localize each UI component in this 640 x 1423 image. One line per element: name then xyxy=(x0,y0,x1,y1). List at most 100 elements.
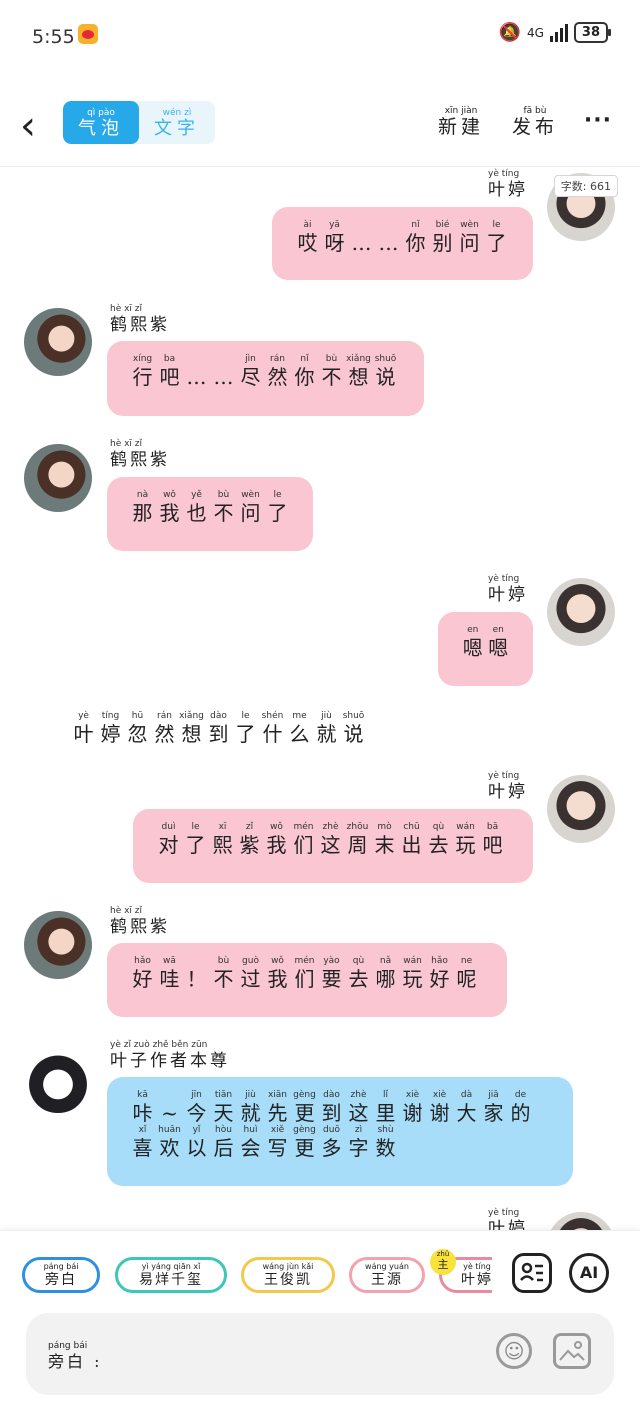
message-char: le 了 xyxy=(185,822,206,857)
bottom-panel: páng bái 旁白 yì yáng qiān xǐ 易烊千玺 wáng jù… xyxy=(0,1230,640,1423)
message-bubble[interactable]: kā 咔 ~ jīn 今 tiān 天 jiù 就 xiān 先 gèng 更 dào 到 zhè 这 lǐ 里 xi… xyxy=(107,1077,573,1186)
message-char: nǐ 你 xyxy=(294,354,315,389)
word-count-badge: 字数: 661 xyxy=(553,175,618,197)
message-char: mén 们 xyxy=(294,956,315,991)
message-char: wèn 问 xyxy=(459,220,480,255)
message-bubble[interactable]: nà 那 wǒ 我 yě 也 bù 不 wèn 问 le 了 xyxy=(107,477,313,551)
message-char: yǐ 以 xyxy=(186,1125,207,1160)
message-char: bù 不 xyxy=(321,354,342,389)
message-char: yā 呀 xyxy=(324,220,345,255)
new-button[interactable]: xīn jiàn 新建 xyxy=(438,106,484,138)
message-char: tíng 婷 xyxy=(100,711,121,746)
tab-text[interactable]: wén zì 文字 xyxy=(139,101,215,144)
character-chips[interactable]: páng bái 旁白 yì yáng qiān xǐ 易烊千玺 wáng jù… xyxy=(20,1257,492,1297)
main-role-badge: zhǔ 主 xyxy=(430,1249,456,1275)
avatar[interactable] xyxy=(24,308,92,376)
message-char: bù 不 xyxy=(213,956,234,991)
message-char: zhè 这 xyxy=(348,1090,369,1125)
message-char: me 么 xyxy=(289,711,310,746)
message-char: nǐ 你 xyxy=(405,220,426,255)
message-char: bié 别 xyxy=(432,220,453,255)
message-char: shuō 说 xyxy=(374,354,397,389)
message-char: xiǎng 想 xyxy=(179,711,204,746)
message-char: ba 吧 xyxy=(159,354,180,389)
message-char: le 了 xyxy=(267,490,288,525)
status-bar: 5:55 🔕 4G 38 xyxy=(0,0,640,70)
message-char: en 嗯 xyxy=(488,625,509,660)
message-char: hǎo 好 xyxy=(132,956,153,991)
character-chip[interactable]: wáng yuán 王源 xyxy=(349,1257,425,1293)
back-chevron-icon[interactable]: ‹ xyxy=(20,106,36,146)
emoji-icon[interactable]: ☺ xyxy=(496,1333,532,1369)
message-bubble[interactable]: hǎo 好 wā 哇 ！ bù 不 guò 过 wǒ 我 mén 们 yào 要 qù 去 nǎ 哪 wán 玩 hǎo 好… xyxy=(107,943,507,1017)
top-bar: ‹ qì pào 气泡 wén zì 文字 xīn jiàn 新建 fā bù … xyxy=(0,92,640,167)
message-char: qù 去 xyxy=(428,822,449,857)
message-char: wǒ 我 xyxy=(267,956,288,991)
character-chip[interactable]: wáng jùn kǎi 王俊凯 xyxy=(241,1257,335,1293)
sender-name: yè tíng 叶婷 xyxy=(488,771,528,802)
message-char: xiè 谢 xyxy=(402,1090,423,1125)
chat-area[interactable]: yè tíng 叶婷 ài 哎 yā 呀…… nǐ 你 bié 别 wèn 问 le 了 字数: 66… xyxy=(0,167,640,1230)
message-char: le 了 xyxy=(235,711,256,746)
message-bubble[interactable]: ài 哎 yā 呀 …… nǐ 你 bié 别 wèn 问 le 了 xyxy=(272,207,533,280)
character-list-icon[interactable] xyxy=(512,1253,552,1293)
character-chip-narrator[interactable]: páng bái 旁白 xyxy=(22,1257,100,1293)
message-char: … xyxy=(351,231,372,255)
sender-name: yè zǐ zuò zhě běn zūn 叶子作者本尊 xyxy=(110,1040,230,1071)
message-char: xī 熙 xyxy=(212,822,233,857)
avatar[interactable] xyxy=(24,911,92,979)
status-time: 5:55 xyxy=(32,26,75,48)
message-char: jīn 今 xyxy=(186,1090,207,1125)
message-bubble[interactable]: xíng 行 ba 吧 …… jìn 尽 rán 然 nǐ 你 bù 不 xiǎng 想 shuō 说 xyxy=(107,341,424,416)
message-char: wǒ 我 xyxy=(159,490,180,525)
message-char: yào 要 xyxy=(321,956,342,991)
status-right: 🔕 4G 38 xyxy=(498,22,612,43)
message-char: jiā 家 xyxy=(483,1090,504,1125)
message-char: bā 吧 xyxy=(482,822,503,857)
message-char: tiān 天 xyxy=(213,1090,234,1125)
network-label: 4G xyxy=(526,25,544,40)
sender-name: hè xī zǐ 鹤熙紫 xyxy=(110,439,170,470)
message-char: xiān 先 xyxy=(267,1090,288,1125)
avatar[interactable] xyxy=(547,1212,615,1230)
message-char: … xyxy=(186,365,207,389)
message-char: kā 咔 xyxy=(132,1090,153,1125)
message-char: jìn 尽 xyxy=(240,354,261,389)
tab-bubble[interactable]: qì pào 气泡 xyxy=(63,101,139,144)
message-char: … xyxy=(213,365,234,389)
message-char: … xyxy=(378,231,399,255)
mute-bell-icon: 🔕 xyxy=(498,22,521,43)
avatar[interactable] xyxy=(547,775,615,843)
sender-name: hè xī zǐ 鹤熙紫 xyxy=(110,304,170,335)
message-char: ~ xyxy=(161,1101,178,1125)
avatar[interactable] xyxy=(24,444,92,512)
avatar[interactable] xyxy=(24,1045,92,1113)
message-char: shén 什 xyxy=(261,711,284,746)
image-icon[interactable] xyxy=(553,1333,591,1369)
message-char: jiù 就 xyxy=(316,711,337,746)
message-char: duì 对 xyxy=(158,822,179,857)
message-char: hǎo 好 xyxy=(429,956,450,991)
character-chip[interactable]: yì yáng qiān xǐ 易烊千玺 xyxy=(115,1257,227,1293)
ai-button[interactable]: AI xyxy=(569,1253,609,1293)
message-char: yè 叶 xyxy=(73,711,94,746)
message-bubble[interactable]: duì 对 le 了 xī 熙 zǐ 紫 wǒ 我 mén 们 zhè 这 zhōu 周 mò 末 chū 出 qù 去 w… xyxy=(133,809,533,883)
sender-name: yè tíng 叶婷 xyxy=(488,1208,528,1230)
message-char: dào 到 xyxy=(208,711,229,746)
speaker-label: páng bái 旁白 : xyxy=(48,1341,103,1371)
message-char: hòu 后 xyxy=(213,1125,234,1160)
message-char: wǒ 我 xyxy=(266,822,287,857)
avatar[interactable] xyxy=(547,578,615,646)
more-icon[interactable]: ··· xyxy=(584,108,612,133)
message-char: xíng 行 xyxy=(132,354,153,389)
message-char: mò 末 xyxy=(374,822,395,857)
message-char: huì 会 xyxy=(240,1125,261,1160)
message-char: qù 去 xyxy=(348,956,369,991)
message-char: nà 那 xyxy=(132,490,153,525)
message-bubble[interactable]: en 嗯 en 嗯 xyxy=(438,612,533,686)
message-char: lǐ 里 xyxy=(375,1090,396,1125)
message-char: dà 大 xyxy=(456,1090,477,1125)
message-char: hū 忽 xyxy=(127,711,148,746)
publish-button[interactable]: fā bù 发布 xyxy=(512,106,558,138)
message-input[interactable]: páng bái 旁白 : ☺ xyxy=(26,1313,614,1395)
